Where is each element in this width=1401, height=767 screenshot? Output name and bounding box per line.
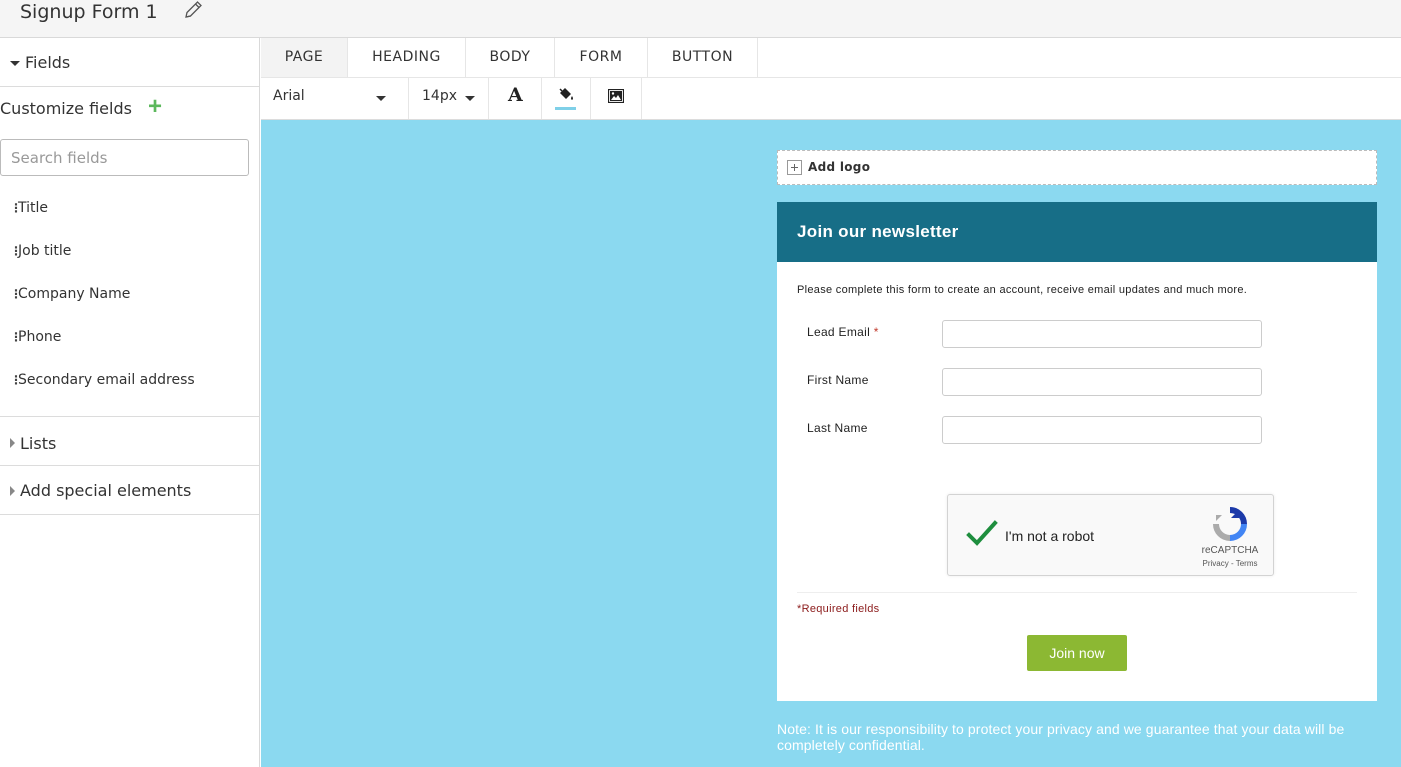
font-size-value: 14px [422, 88, 457, 104]
caret-right-icon [10, 486, 15, 496]
field-item-secondary-email[interactable]: ⋮Secondary email address [10, 372, 195, 388]
field-item-label: Secondary email address [18, 372, 195, 388]
form-intro-text: Please complete this form to create an a… [797, 284, 1248, 296]
top-bar: Signup Form 1 [0, 0, 1401, 38]
fields-section-toggle[interactable]: Fields [0, 38, 259, 87]
tab-button[interactable]: BUTTON [648, 38, 758, 77]
first-name-label: First Name [807, 373, 869, 387]
form-heading[interactable]: Join our newsletter [777, 202, 1377, 262]
font-size-select[interactable]: 14px [409, 78, 489, 119]
chevron-down-icon [465, 96, 475, 101]
special-elements-section-toggle[interactable]: Add special elements [0, 466, 259, 515]
field-item-label: Phone [18, 329, 62, 345]
field-item-label: Company Name [18, 286, 131, 302]
add-logo-label: Add logo [808, 160, 871, 174]
background-image-button[interactable] [591, 78, 642, 119]
font-family-value: Arial [273, 88, 305, 104]
recaptcha-logo-icon [1213, 507, 1247, 541]
add-field-plus-icon[interactable]: + [148, 95, 166, 119]
chevron-down-icon [376, 96, 386, 101]
fill-color-indicator [555, 107, 576, 110]
form-card: Join our newsletter Please complete this… [777, 202, 1377, 701]
drag-handle-icon[interactable]: ⋮ [10, 244, 22, 258]
checkmark-icon[interactable] [966, 519, 998, 549]
last-name-input[interactable] [942, 416, 1262, 444]
sidebar: Fields Customize fields + ⋮Title ⋮Job ti… [0, 38, 260, 767]
drag-handle-icon[interactable]: ⋮ [10, 287, 22, 301]
plus-box-icon [787, 160, 802, 175]
search-fields-input[interactable] [0, 139, 249, 176]
pencil-edit-icon[interactable] [183, 0, 205, 20]
divider [797, 592, 1357, 593]
text-color-icon: A [508, 84, 523, 106]
field-item-company-name[interactable]: ⋮Company Name [10, 286, 130, 302]
field-item-job-title[interactable]: ⋮Job title [10, 243, 71, 259]
lists-section-toggle[interactable]: Lists [0, 416, 259, 466]
text-color-button[interactable]: A [489, 78, 542, 119]
style-tabs: PAGE HEADING BODY FORM BUTTON [261, 38, 1401, 78]
field-item-label: Job title [18, 243, 72, 259]
captcha-brand: reCAPTCHA [1201, 545, 1259, 556]
field-item-phone[interactable]: ⋮Phone [10, 329, 61, 345]
tab-page[interactable]: PAGE [261, 38, 348, 77]
lead-email-input[interactable] [942, 320, 1262, 348]
tab-body[interactable]: BODY [466, 38, 555, 77]
customize-fields-label: Customize fields [0, 99, 132, 118]
first-name-input[interactable] [942, 368, 1262, 396]
lists-section-label: Lists [20, 434, 57, 453]
paint-bucket-icon [559, 88, 573, 100]
caret-right-icon [10, 438, 15, 448]
font-family-select[interactable]: Arial [261, 78, 409, 119]
required-asterisk: * [873, 325, 879, 339]
required-fields-note: *Required fields [797, 603, 880, 615]
special-elements-section-label: Add special elements [20, 481, 192, 500]
captcha-privacy-terms-link[interactable]: Privacy - Terms [1178, 559, 1282, 568]
image-icon [608, 89, 624, 103]
drag-handle-icon[interactable]: ⋮ [10, 330, 22, 344]
format-toolbar: Arial 14px A [261, 78, 1401, 120]
last-name-label: Last Name [807, 421, 868, 435]
field-item-label: Title [18, 200, 49, 216]
field-label-text: Lead Email [807, 325, 871, 339]
privacy-note: Note: It is our responsibility to protec… [777, 721, 1345, 753]
add-logo-button[interactable]: Add logo [777, 150, 1377, 185]
form-title: Signup Form 1 [20, 1, 158, 23]
captcha-label: I'm not a robot [1005, 528, 1095, 544]
drag-handle-icon[interactable]: ⋮ [10, 373, 22, 387]
join-now-button[interactable]: Join now [1027, 635, 1127, 671]
tab-heading[interactable]: HEADING [348, 38, 466, 77]
fields-section-label: Fields [25, 53, 71, 72]
recaptcha-widget[interactable]: I'm not a robot reCAPTCHA Privacy - Term… [947, 494, 1274, 576]
tab-form[interactable]: FORM [555, 38, 648, 77]
lead-email-label: Lead Email * [807, 325, 879, 339]
drag-handle-icon[interactable]: ⋮ [10, 201, 22, 215]
form-heading-text: Join our newsletter [797, 222, 959, 241]
background-fill-button[interactable] [542, 78, 591, 119]
field-item-title[interactable]: ⋮Title [10, 200, 48, 216]
caret-down-icon [10, 61, 20, 66]
